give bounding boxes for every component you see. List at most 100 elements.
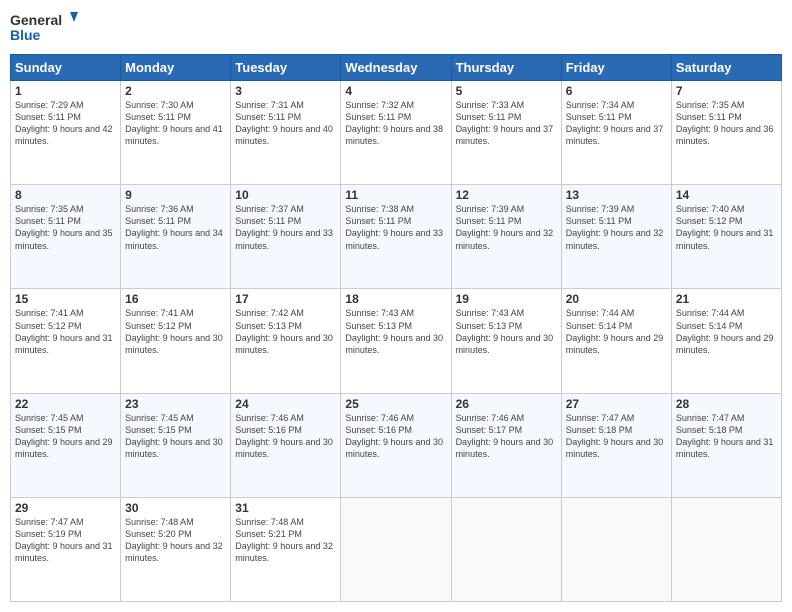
logo: General Blue xyxy=(10,10,80,46)
calendar-cell: 19Sunrise: 7:43 AMSunset: 5:13 PMDayligh… xyxy=(451,289,561,393)
day-info: Sunrise: 7:48 AMSunset: 5:21 PMDaylight:… xyxy=(235,517,333,563)
calendar-cell: 20 Sunrise: 7:44 AMSunset: 5:14 PMDayligh… xyxy=(561,289,671,393)
day-info: Sunrise: 7:30 AMSunset: 5:11 PMDaylight:… xyxy=(125,100,223,146)
calendar-cell: 30 Sunrise: 7:48 AMSunset: 5:20 PMDayligh… xyxy=(121,497,231,601)
calendar-week-2: 8Sunrise: 7:35 AMSunset: 5:11 PMDaylight… xyxy=(11,185,782,289)
day-number: 9 xyxy=(125,188,226,202)
day-number: 31 xyxy=(235,501,336,515)
day-info: Sunrise: 7:47 AMSunset: 5:19 PMDaylight:… xyxy=(15,517,113,563)
day-number: 22 xyxy=(15,397,116,411)
calendar-cell: 9 Sunrise: 7:36 AMSunset: 5:11 PMDaylight… xyxy=(121,185,231,289)
day-number: 2 xyxy=(125,84,226,98)
day-number: 27 xyxy=(566,397,667,411)
calendar-table: SundayMondayTuesdayWednesdayThursdayFrid… xyxy=(10,54,782,602)
day-info: Sunrise: 7:41 AMSunset: 5:12 PMDaylight:… xyxy=(125,308,223,354)
calendar-body: 1Sunrise: 7:29 AMSunset: 5:11 PMDaylight… xyxy=(11,81,782,602)
day-info: Sunrise: 7:38 AMSunset: 5:11 PMDaylight:… xyxy=(345,204,443,250)
day-info: Sunrise: 7:36 AMSunset: 5:11 PMDaylight:… xyxy=(125,204,223,250)
day-info: Sunrise: 7:46 AMSunset: 5:17 PMDaylight:… xyxy=(456,413,554,459)
calendar-cell: 26 Sunrise: 7:46 AMSunset: 5:17 PMDayligh… xyxy=(451,393,561,497)
calendar-cell: 6 Sunrise: 7:34 AMSunset: 5:11 PMDaylight… xyxy=(561,81,671,185)
calendar-cell: 1Sunrise: 7:29 AMSunset: 5:11 PMDaylight… xyxy=(11,81,121,185)
day-info: Sunrise: 7:44 AMSunset: 5:14 PMDaylight:… xyxy=(566,308,664,354)
calendar-cell: 17 Sunrise: 7:42 AMSunset: 5:13 PMDayligh… xyxy=(231,289,341,393)
calendar-cell: 8Sunrise: 7:35 AMSunset: 5:11 PMDaylight… xyxy=(11,185,121,289)
day-number: 5 xyxy=(456,84,557,98)
calendar-week-1: 1Sunrise: 7:29 AMSunset: 5:11 PMDaylight… xyxy=(11,81,782,185)
day-info: Sunrise: 7:31 AMSunset: 5:11 PMDaylight:… xyxy=(235,100,333,146)
day-info: Sunrise: 7:40 AMSunset: 5:12 PMDaylight:… xyxy=(676,204,774,250)
calendar-cell: 2 Sunrise: 7:30 AMSunset: 5:11 PMDaylight… xyxy=(121,81,231,185)
calendar-cell: 4 Sunrise: 7:32 AMSunset: 5:11 PMDaylight… xyxy=(341,81,451,185)
calendar-cell: 16 Sunrise: 7:41 AMSunset: 5:12 PMDayligh… xyxy=(121,289,231,393)
day-number: 14 xyxy=(676,188,777,202)
day-info: Sunrise: 7:42 AMSunset: 5:13 PMDaylight:… xyxy=(235,308,333,354)
calendar-cell: 14 Sunrise: 7:40 AMSunset: 5:12 PMDayligh… xyxy=(671,185,781,289)
calendar-cell xyxy=(671,497,781,601)
day-number: 17 xyxy=(235,292,336,306)
calendar-cell: 15 Sunrise: 7:41 AMSunset: 5:12 PMDayligh… xyxy=(11,289,121,393)
header-monday: Monday xyxy=(121,55,231,81)
calendar-week-4: 22 Sunrise: 7:45 AMSunset: 5:15 PMDayligh… xyxy=(11,393,782,497)
calendar-cell: 21 Sunrise: 7:44 AMSunset: 5:14 PMDayligh… xyxy=(671,289,781,393)
calendar-cell: 24 Sunrise: 7:46 AMSunset: 5:16 PMDayligh… xyxy=(231,393,341,497)
day-number: 26 xyxy=(456,397,557,411)
day-number: 4 xyxy=(345,84,446,98)
day-number: 25 xyxy=(345,397,446,411)
day-info: Sunrise: 7:41 AMSunset: 5:12 PMDaylight:… xyxy=(15,308,113,354)
day-info: Sunrise: 7:44 AMSunset: 5:14 PMDaylight:… xyxy=(676,308,774,354)
day-number: 7 xyxy=(676,84,777,98)
day-info: Sunrise: 7:35 AMSunset: 5:11 PMDaylight:… xyxy=(676,100,774,146)
day-info: Sunrise: 7:48 AMSunset: 5:20 PMDaylight:… xyxy=(125,517,223,563)
day-info: Sunrise: 7:33 AMSunset: 5:11 PMDaylight:… xyxy=(456,100,554,146)
calendar-cell: 12 Sunrise: 7:39 AMSunset: 5:11 PMDayligh… xyxy=(451,185,561,289)
calendar-cell: 13Sunrise: 7:39 AMSunset: 5:11 PMDayligh… xyxy=(561,185,671,289)
calendar-cell: 10 Sunrise: 7:37 AMSunset: 5:11 PMDayligh… xyxy=(231,185,341,289)
day-number: 3 xyxy=(235,84,336,98)
day-number: 10 xyxy=(235,188,336,202)
day-info: Sunrise: 7:43 AMSunset: 5:13 PMDaylight:… xyxy=(456,308,554,354)
day-info: Sunrise: 7:29 AMSunset: 5:11 PMDaylight:… xyxy=(15,100,113,146)
header-wednesday: Wednesday xyxy=(341,55,451,81)
day-number: 6 xyxy=(566,84,667,98)
calendar-cell: 27 Sunrise: 7:47 AMSunset: 5:18 PMDayligh… xyxy=(561,393,671,497)
calendar-cell: 3 Sunrise: 7:31 AMSunset: 5:11 PMDaylight… xyxy=(231,81,341,185)
svg-text:Blue: Blue xyxy=(10,27,41,43)
day-number: 24 xyxy=(235,397,336,411)
header-thursday: Thursday xyxy=(451,55,561,81)
day-info: Sunrise: 7:32 AMSunset: 5:11 PMDaylight:… xyxy=(345,100,443,146)
day-number: 12 xyxy=(456,188,557,202)
calendar-cell: 7 Sunrise: 7:35 AMSunset: 5:11 PMDaylight… xyxy=(671,81,781,185)
calendar-header-row: SundayMondayTuesdayWednesdayThursdayFrid… xyxy=(11,55,782,81)
day-info: Sunrise: 7:46 AMSunset: 5:16 PMDaylight:… xyxy=(235,413,333,459)
day-info: Sunrise: 7:47 AMSunset: 5:18 PMDaylight:… xyxy=(566,413,664,459)
day-number: 21 xyxy=(676,292,777,306)
calendar-cell: 11Sunrise: 7:38 AMSunset: 5:11 PMDayligh… xyxy=(341,185,451,289)
day-number: 28 xyxy=(676,397,777,411)
calendar-cell xyxy=(341,497,451,601)
calendar-cell xyxy=(451,497,561,601)
day-info: Sunrise: 7:45 AMSunset: 5:15 PMDaylight:… xyxy=(125,413,223,459)
day-number: 23 xyxy=(125,397,226,411)
header-sunday: Sunday xyxy=(11,55,121,81)
day-number: 20 xyxy=(566,292,667,306)
calendar-week-5: 29 Sunrise: 7:47 AMSunset: 5:19 PMDayligh… xyxy=(11,497,782,601)
calendar-cell: 28Sunrise: 7:47 AMSunset: 5:18 PMDayligh… xyxy=(671,393,781,497)
day-number: 16 xyxy=(125,292,226,306)
page-header: General Blue xyxy=(10,10,782,46)
calendar-cell: 31 Sunrise: 7:48 AMSunset: 5:21 PMDayligh… xyxy=(231,497,341,601)
svg-text:General: General xyxy=(10,12,62,28)
calendar-cell xyxy=(561,497,671,601)
day-number: 15 xyxy=(15,292,116,306)
day-number: 8 xyxy=(15,188,116,202)
day-number: 29 xyxy=(15,501,116,515)
day-info: Sunrise: 7:37 AMSunset: 5:11 PMDaylight:… xyxy=(235,204,333,250)
day-info: Sunrise: 7:39 AMSunset: 5:11 PMDaylight:… xyxy=(456,204,554,250)
day-info: Sunrise: 7:34 AMSunset: 5:11 PMDaylight:… xyxy=(566,100,664,146)
logo-svg: General Blue xyxy=(10,10,80,46)
day-number: 13 xyxy=(566,188,667,202)
day-info: Sunrise: 7:45 AMSunset: 5:15 PMDaylight:… xyxy=(15,413,113,459)
day-number: 30 xyxy=(125,501,226,515)
calendar-cell: 29 Sunrise: 7:47 AMSunset: 5:19 PMDayligh… xyxy=(11,497,121,601)
header-tuesday: Tuesday xyxy=(231,55,341,81)
